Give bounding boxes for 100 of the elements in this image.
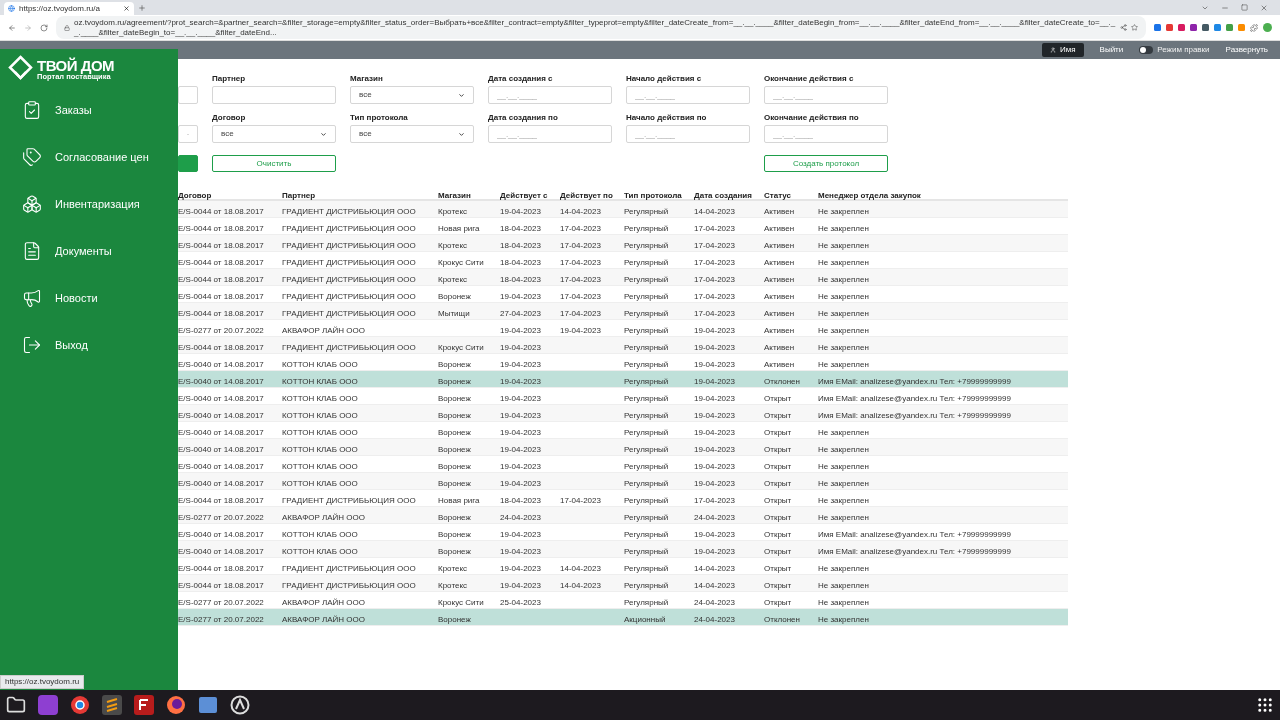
new-tab-icon[interactable] [138,4,146,12]
minimize-icon[interactable] [1221,4,1229,12]
column-header[interactable]: Договор [178,190,212,200]
column-header[interactable]: Менеджер отдела закупок [818,190,921,200]
table-row[interactable]: E/S-0040 от 14.08.2017 КОТТОН КЛАБ ООО Воронеж 19-04-2023 Регулярный 19-04-2023 Открыт Имя EMail: analizese@yandex.ru Тел: +79999999999 [178,541,1068,558]
table-cell: Не закреплен [818,224,869,233]
table-row[interactable]: E/S-0044 от 18.08.2017 ГРАДИЕНТ ДИСТРИБЬЮЦИЯ ООО Кротекс 19-04-2023 14-04-2023 Регулярный 14-04-2023 Активен Не закреплен [178,201,1068,218]
nav-item[interactable]: Новости [22,286,178,310]
browser-icon[interactable] [70,695,90,715]
profile-avatar-icon[interactable] [1263,23,1272,32]
table-cell: 17-04-2023 [694,275,735,284]
select-field[interactable]: все [350,125,474,143]
table-cell: Имя EMail: analizese@yandex.ru Тел: +79999999999 [818,377,1011,386]
table-row[interactable]: E/S-0277 от 20.07.2022 АКВАФОР ЛАЙН ООО Воронеж 24-04-2023 Регулярный 24-04-2023 Открыт Не закреплен [178,507,1068,524]
browser-icon[interactable] [166,695,186,715]
action-button[interactable]: Очистить [212,155,336,172]
nav-item[interactable]: Заказы [22,98,178,122]
table-cell: Активен [764,292,795,301]
table-row[interactable]: E/S-0044 от 18.08.2017 ГРАДИЕНТ ДИСТРИБЬЮЦИЯ ООО Крокус Сити 19-04-2023 Регулярный 19-04-2023 Активен Не закреплен [178,337,1068,354]
table-row[interactable]: E/S-0044 от 18.08.2017 ГРАДИЕНТ ДИСТРИБЬЮЦИЯ ООО Кротекс 18-04-2023 17-04-2023 Регулярный 17-04-2023 Активен Не закреплен [178,269,1068,286]
table-row[interactable]: E/S-0040 от 14.08.2017 КОТТОН КЛАБ ООО Воронеж 19-04-2023 Регулярный 19-04-2023 Открыт Имя EMail: analizese@yandex.ru Тел: +79999999999 [178,405,1068,422]
app-icon[interactable] [198,695,218,715]
forward-icon[interactable] [24,23,32,32]
table-cell: 14-04-2023 [560,207,601,216]
app-icon[interactable] [230,695,250,715]
date-field[interactable]: __.__.____ [626,86,750,104]
table-cell: Регулярный [624,513,669,522]
nav-item[interactable]: Согласование цен [22,145,178,169]
maximize-icon[interactable] [1241,4,1248,11]
column-header[interactable]: Тип протокола [624,190,682,200]
nav-item[interactable]: Выход [22,333,178,357]
extensions-icon[interactable] [1250,23,1258,32]
edit-mode-toggle[interactable] [1139,46,1154,54]
table-cell: 19-04-2023 [694,462,735,471]
table-row[interactable]: E/S-0277 от 20.07.2022 АКВАФОР ЛАЙН ООО Воронеж Акционный 24-04-2023 Отклонен Не закреплен [178,609,1068,626]
browser-tab[interactable]: https://oz.tvoydom.ru/a [4,2,134,15]
text-field[interactable] [178,86,198,104]
table-cell: КОТТОН КЛАБ ООО [282,530,358,539]
nav-item[interactable]: Инвентаризация [22,192,178,216]
select-field[interactable] [178,125,198,143]
select-field[interactable]: все [212,125,336,143]
link-status-tooltip: https://oz.tvoydom.ru [0,675,85,689]
table-cell: АКВАФОР ЛАЙН ООО [282,615,365,624]
table-cell: КОТТОН КЛАБ ООО [282,411,358,420]
action-button[interactable]: Создать протокол [764,155,888,172]
column-header[interactable]: Магазин [438,190,471,200]
table-cell: 19-04-2023 [500,428,541,437]
table-cell: E/S-0277 от 20.07.2022 [178,615,264,624]
select-field[interactable]: все [350,86,474,104]
table-row[interactable]: E/S-0044 от 18.08.2017 ГРАДИЕНТ ДИСТРИБЬЮЦИЯ ООО Кротекс 19-04-2023 14-04-2023 Регулярный 14-04-2023 Открыт Не закреплен [178,575,1068,592]
table-cell: 19-04-2023 [500,394,541,403]
expand-link[interactable]: Развернуть [1225,44,1268,56]
text-field[interactable] [212,86,336,104]
nav-item[interactable]: Документы [22,239,178,263]
column-header[interactable]: Дата создания [694,190,752,200]
table-cell: 19-04-2023 [694,411,735,420]
table-row[interactable]: E/S-0040 от 14.08.2017 КОТТОН КЛАБ ООО Воронеж 19-04-2023 Регулярный 19-04-2023 Отклонен Имя EMail: analizese@yandex.ru Тел: +79999999999 [178,371,1068,388]
table-row[interactable]: E/S-0044 от 18.08.2017 ГРАДИЕНТ ДИСТРИБЬЮЦИЯ ООО Кротекс 18-04-2023 17-04-2023 Регулярный 17-04-2023 Активен Не закреплен [178,235,1068,252]
date-field[interactable]: __.__.____ [626,125,750,143]
table-cell: 24-04-2023 [694,615,735,624]
table-cell: Открыт [764,598,792,607]
column-header[interactable]: Партнер [282,190,316,200]
tab-search-icon[interactable] [1201,4,1209,12]
app-icon[interactable] [134,695,154,715]
share-icon[interactable] [1120,24,1127,31]
date-field[interactable]: __.__.____ [764,125,888,143]
table-cell: E/S-0044 от 18.08.2017 [178,564,264,573]
app-grid-icon[interactable] [1256,696,1274,714]
table-row[interactable]: E/S-0040 от 14.08.2017 КОТТОН КЛАБ ООО Воронеж 19-04-2023 Регулярный 19-04-2023 Открыт Не закреплен [178,473,1068,490]
table-cell: 19-04-2023 [500,292,541,301]
table-cell: Регулярный [624,462,669,471]
table-cell: Мытищи [438,309,470,318]
table-cell: Регулярный [624,207,669,216]
close-icon[interactable] [123,5,130,12]
folder-icon[interactable] [6,695,26,715]
table-cell: 19-04-2023 [694,547,735,556]
field-label: Дата создания по [488,113,558,122]
column-header[interactable]: Действует по [560,190,613,200]
table-cell: Открыт [764,513,792,522]
table-cell: ГРАДИЕНТ ДИСТРИБЬЮЦИЯ ООО [282,581,416,590]
app-icon[interactable] [102,695,122,715]
date-field[interactable]: __.__.____ [764,86,888,104]
column-header[interactable]: Действует с [500,190,548,200]
bookmark-star-icon[interactable] [1131,24,1138,31]
reload-icon[interactable] [40,23,48,32]
table-row[interactable]: E/S-0044 от 18.08.2017 ГРАДИЕНТ ДИСТРИБЬЮЦИЯ ООО Мытищи 27-04-2023 17-04-2023 Регулярный 17-04-2023 Активен Не закреплен [178,303,1068,320]
address-bar[interactable]: oz.tvoydom.ru/agreement/?prot_search=&partner_search=&filter_storage=empty&filter_status_order=Выбрать+все&filter_contract=empty&filter_typeprot=empty&filter_dateCreate_from=__.__.____&filter_dateBegin_from=__.__.____&filter_dateEnd_from=__.__.____&filter_dateCreate_to=__.__.____&filter_dateBegin_to=__.__.____&filter_dateEnd... [56,16,1146,39]
date-field[interactable]: __.__.____ [488,125,612,143]
table-row[interactable]: E/S-0040 от 14.08.2017 КОТТОН КЛАБ ООО Воронеж 19-04-2023 Регулярный 19-04-2023 Открыт Не закреплен [178,439,1068,456]
close-icon[interactable] [1260,4,1268,12]
table-cell: 19-04-2023 [694,479,735,488]
column-header[interactable]: Статус [764,190,791,200]
table-cell: Регулярный [624,224,669,233]
back-icon[interactable] [8,23,16,32]
user-button[interactable]: Имя [1041,43,1084,57]
table-cell: Регулярный [624,598,669,607]
field-label: Магазин [350,74,383,83]
date-field[interactable]: __.__.____ [488,86,612,104]
table-cell: Не закреплен [818,479,869,488]
logout-link[interactable]: Выйти [1099,44,1124,56]
